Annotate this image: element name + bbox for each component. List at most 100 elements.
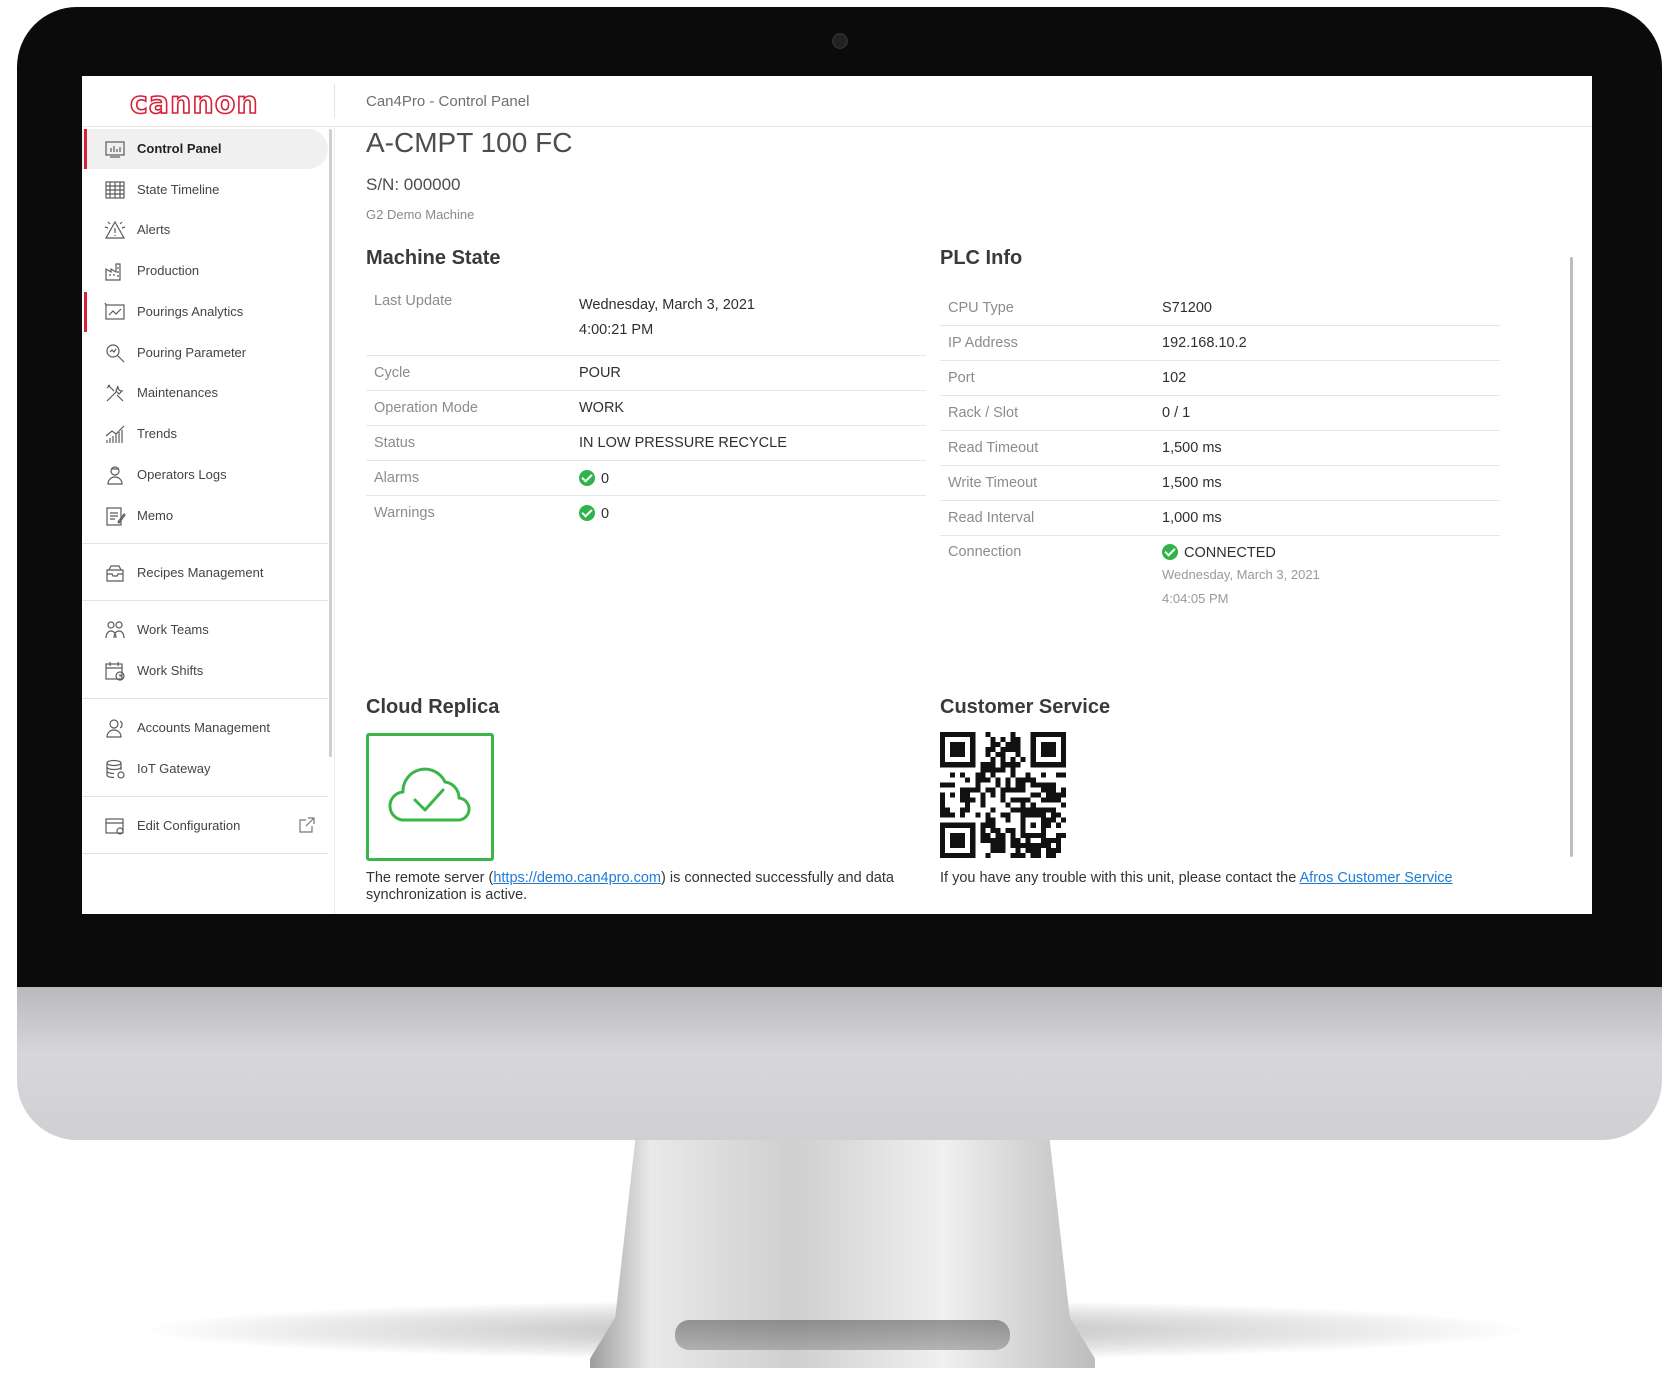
recipes-icon bbox=[104, 562, 126, 584]
sidebar: Control Panel State Timeline Alerts Prod… bbox=[82, 127, 335, 914]
sidebar-divider bbox=[82, 600, 328, 601]
machine-state-table: Last Update Wednesday, March 3, 2021 4:0… bbox=[366, 283, 926, 530]
database-icon bbox=[104, 758, 126, 780]
check-circle-icon bbox=[579, 469, 595, 486]
sidebar-divider bbox=[82, 796, 328, 797]
accounts-icon bbox=[104, 717, 126, 739]
alarms-value: 0 bbox=[601, 470, 610, 487]
last-update-date: Wednesday, March 3, 2021 bbox=[579, 297, 755, 313]
table-row: Status IN LOW PRESSURE RECYCLE bbox=[366, 425, 926, 461]
connection-label: Connection bbox=[948, 544, 1022, 560]
port-value: 102 bbox=[1162, 360, 1500, 396]
check-circle-icon bbox=[1162, 544, 1178, 560]
cloud-replica-title: Cloud Replica bbox=[366, 696, 500, 718]
table-row: Alarms 0 bbox=[366, 460, 926, 496]
sidebar-scrollbar[interactable] bbox=[329, 129, 332, 757]
memo-icon bbox=[104, 505, 126, 527]
content-scrollbar[interactable] bbox=[1570, 257, 1573, 857]
ip-address-value: 192.168.10.2 bbox=[1162, 325, 1500, 361]
sidebar-divider bbox=[82, 698, 328, 699]
monitor-chin bbox=[17, 985, 1662, 1140]
monitor-stand-foot bbox=[675, 1320, 1010, 1350]
read-timeout-label: Read Timeout bbox=[940, 430, 1162, 466]
alert-icon bbox=[104, 219, 126, 241]
sidebar-item-operators-logs[interactable]: Operators Logs bbox=[82, 455, 328, 495]
app-screen: cannon Can4Pro - Control Panel Control P… bbox=[82, 76, 1592, 914]
sidebar-item-state-timeline[interactable]: State Timeline bbox=[82, 170, 328, 210]
analytics-icon bbox=[104, 301, 126, 323]
table-row: Write Timeout 1,500 ms bbox=[940, 465, 1500, 501]
dashboard-icon bbox=[104, 138, 126, 160]
table-row: CPU Type S71200 bbox=[940, 291, 1500, 326]
search-chart-icon bbox=[104, 342, 126, 364]
write-timeout-value: 1,500 ms bbox=[1162, 465, 1500, 501]
tools-icon bbox=[104, 382, 126, 404]
connection-time: 4:04:05 PM bbox=[1162, 591, 1229, 606]
sidebar-item-iot-gateway[interactable]: IoT Gateway bbox=[82, 749, 328, 789]
check-circle-icon bbox=[579, 504, 595, 521]
machine-name: A-CMPT 100 FC bbox=[366, 127, 573, 158]
connection-date: Wednesday, March 3, 2021 bbox=[1162, 567, 1320, 582]
serial-number: S/N: 000000 bbox=[366, 175, 461, 194]
sidebar-item-maintenances[interactable]: Maintenances bbox=[82, 373, 328, 413]
warnings-label: Warnings bbox=[374, 505, 435, 521]
read-timeout-value: 1,500 ms bbox=[1162, 430, 1500, 466]
cloud-status-box bbox=[366, 733, 494, 861]
cpu-type-label: CPU Type bbox=[940, 291, 1162, 326]
sidebar-item-pouring-parameter[interactable]: Pouring Parameter bbox=[82, 333, 328, 373]
table-row: Rack / Slot 0 / 1 bbox=[940, 395, 1500, 431]
plc-info-title: PLC Info bbox=[940, 247, 1023, 269]
alarms-label: Alarms bbox=[366, 460, 579, 496]
sidebar-item-alerts[interactable]: Alerts bbox=[82, 210, 328, 250]
machine-description: G2 Demo Machine bbox=[366, 207, 475, 222]
qr-code bbox=[940, 732, 1066, 858]
sidebar-item-work-shifts[interactable]: Work Shifts bbox=[82, 651, 328, 691]
table-row: Read Timeout 1,500 ms bbox=[940, 430, 1500, 466]
factory-icon bbox=[104, 260, 126, 282]
timeline-icon bbox=[104, 179, 126, 201]
table-row: Connection CONNECTED Wednesday, March 3,… bbox=[940, 536, 1500, 623]
sidebar-item-edit-configuration[interactable]: Edit Configuration bbox=[82, 806, 328, 846]
operation-mode-value: WORK bbox=[579, 390, 926, 426]
config-icon bbox=[104, 815, 126, 837]
operation-mode-label: Operation Mode bbox=[366, 390, 579, 426]
sidebar-item-accounts-management[interactable]: Accounts Management bbox=[82, 708, 328, 748]
sidebar-item-pourings-analytics[interactable]: Pourings Analytics bbox=[82, 292, 328, 332]
cloud-server-link[interactable]: https://demo.can4pro.com bbox=[493, 870, 661, 886]
status-value: IN LOW PRESSURE RECYCLE bbox=[579, 425, 926, 461]
table-row: IP Address 192.168.10.2 bbox=[940, 325, 1500, 361]
table-row: Port 102 bbox=[940, 360, 1500, 396]
read-interval-label: Read Interval bbox=[940, 500, 1162, 536]
plc-info-table: CPU Type S71200 IP Address 192.168.10.2 … bbox=[940, 291, 1500, 622]
sidebar-item-production[interactable]: Production bbox=[82, 251, 328, 291]
customer-service-text: If you have any trouble with this unit, … bbox=[940, 870, 1453, 886]
topbar-divider bbox=[334, 84, 335, 118]
external-link-icon[interactable] bbox=[298, 816, 316, 834]
warnings-value: 0 bbox=[601, 505, 610, 522]
table-row: Cycle POUR bbox=[366, 355, 926, 391]
sidebar-item-memo[interactable]: Memo bbox=[82, 496, 328, 536]
machine-state-title: Machine State bbox=[366, 247, 501, 269]
read-interval-value: 1,000 ms bbox=[1162, 500, 1500, 536]
table-row: Last Update Wednesday, March 3, 2021 4:0… bbox=[366, 283, 926, 356]
sidebar-item-recipes-management[interactable]: Recipes Management bbox=[82, 553, 328, 593]
trends-icon bbox=[104, 423, 126, 445]
top-bar: cannon Can4Pro - Control Panel bbox=[82, 76, 1592, 127]
cannon-logo[interactable]: cannon bbox=[129, 87, 290, 121]
port-label: Port bbox=[940, 360, 1162, 396]
cycle-label: Cycle bbox=[366, 355, 579, 391]
table-row: Warnings 0 bbox=[366, 496, 926, 531]
customer-service-link[interactable]: Afros Customer Service bbox=[1300, 870, 1453, 886]
cloud-replica-text: The remote server (https://demo.can4pro.… bbox=[366, 870, 894, 903]
main-content: A-CMPT 100 FC S/N: 000000 G2 Demo Machin… bbox=[335, 127, 1592, 914]
sidebar-item-trends[interactable]: Trends bbox=[82, 414, 328, 454]
ip-address-label: IP Address bbox=[940, 325, 1162, 361]
table-row: Operation Mode WORK bbox=[366, 390, 926, 426]
sidebar-item-control-panel[interactable]: Control Panel bbox=[82, 129, 328, 169]
customer-service-title: Customer Service bbox=[940, 696, 1111, 718]
last-update-time: 4:00:21 PM bbox=[579, 322, 654, 338]
operator-icon bbox=[104, 464, 126, 486]
rack-slot-label: Rack / Slot bbox=[940, 395, 1162, 431]
cloud-check-icon bbox=[388, 767, 471, 822]
sidebar-item-work-teams[interactable]: Work Teams bbox=[82, 610, 328, 650]
